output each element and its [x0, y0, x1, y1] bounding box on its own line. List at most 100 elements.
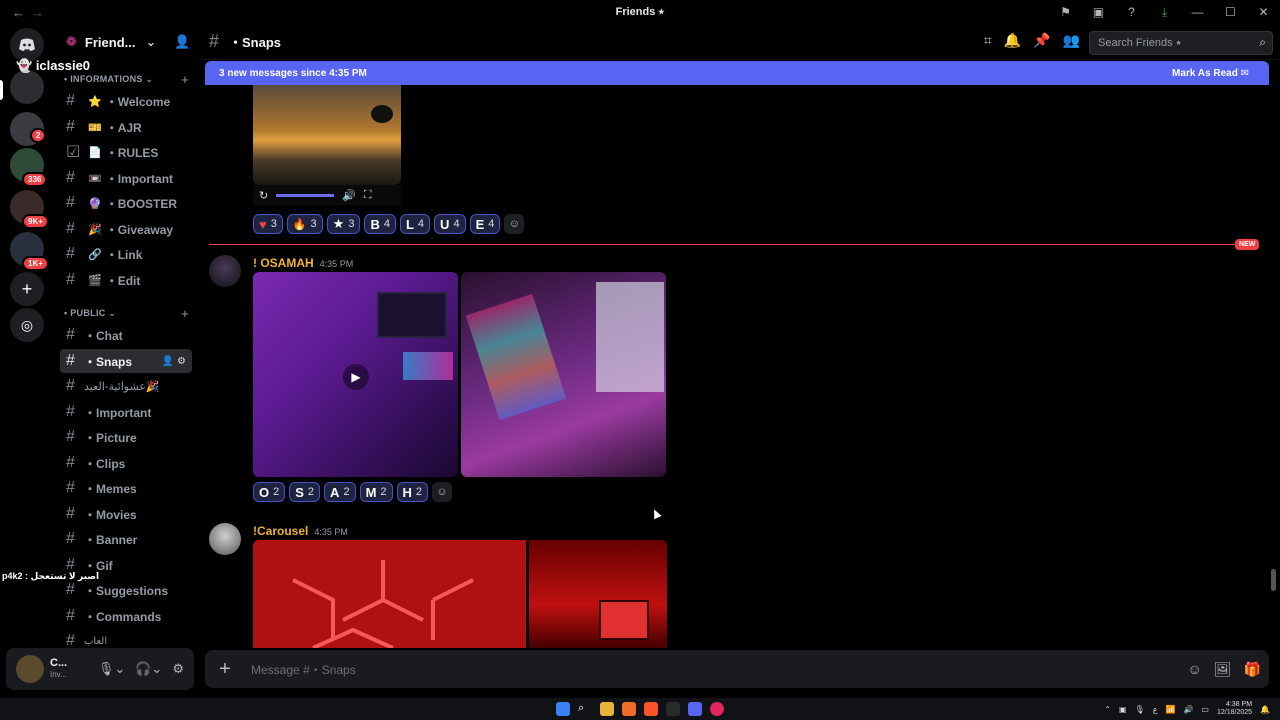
channel-commands[interactable]: # ・Commands [60, 604, 192, 628]
mark-as-read-button[interactable]: Mark As Read ✉ [1172, 68, 1249, 79]
flag-icon[interactable]: ⚑ [1049, 0, 1082, 24]
server-icon-friends[interactable] [10, 70, 44, 104]
video-progress[interactable] [276, 193, 335, 197]
brave-icon[interactable] [644, 702, 658, 716]
channel-games[interactable]: # العاب [60, 629, 192, 648]
inbox-icon[interactable]: ▣ [1082, 0, 1115, 24]
reaction[interactable]: L4 [399, 214, 431, 234]
sticker-icon[interactable]: ☺ [1187, 661, 1201, 678]
reaction[interactable]: E4 [469, 214, 501, 234]
channel-picture[interactable]: # ・Picture [60, 425, 192, 449]
reaction[interactable]: M2 [359, 482, 393, 502]
app-icon-b[interactable] [666, 702, 680, 716]
search-input[interactable]: Search Friends ⭑ ⌕ [1089, 31, 1273, 55]
channel-memes[interactable]: # ・Memes [60, 476, 192, 500]
maximize-icon[interactable]: ☐ [1214, 0, 1247, 24]
battery-icon[interactable]: ▭ [1201, 705, 1209, 714]
wifi-icon[interactable]: 📶 [1165, 705, 1175, 714]
back-arrow-icon[interactable]: ← [12, 5, 25, 20]
channel-giveaway[interactable]: # 🎉 ・Giveaway [60, 217, 192, 241]
reaction[interactable]: B4 [364, 214, 396, 234]
new-messages-bar[interactable]: 3 new messages since 4:35 PM Mark As Rea… [205, 61, 1269, 85]
scrollbar[interactable] [1271, 569, 1276, 591]
help-icon[interactable]: ? [1115, 0, 1148, 24]
channel-snaps[interactable]: # ・Snaps 👤 ⚙ [60, 349, 192, 373]
channel-rules[interactable]: ☑ 📄 ・RULES [60, 140, 192, 164]
download-icon[interactable]: ⤓ [1148, 0, 1181, 24]
avatar[interactable] [209, 255, 241, 287]
reaction[interactable]: O2 [253, 482, 286, 502]
sunset-video[interactable] [253, 85, 401, 185]
category-informations[interactable]: • INFORMATIONS ⌄ + [64, 72, 189, 87]
channel-eid[interactable]: # عشوائية-العيد🎉 [60, 374, 192, 398]
red-room-photo[interactable] [529, 540, 667, 648]
message-author[interactable]: ! OSAMAH 4:35 PM [253, 256, 353, 270]
member-list-icon[interactable]: 👥 [1063, 32, 1080, 49]
reaction[interactable]: H2 [396, 482, 429, 502]
message-author[interactable]: !Carousel 4:35 PM [253, 524, 348, 538]
close-icon[interactable]: ✕ [1247, 0, 1280, 24]
channel-edit[interactable]: # 🎬 ・Edit [60, 268, 192, 292]
reaction[interactable]: A2 [324, 482, 356, 502]
image-icon[interactable]: 🖼 [1214, 661, 1232, 678]
mic-tray-icon[interactable]: 🎙 [1135, 705, 1145, 714]
language-icon[interactable]: ع [1153, 705, 1158, 714]
replay-icon[interactable]: ↻ [259, 189, 268, 202]
speaker-icon[interactable]: 🔊 [1183, 705, 1193, 714]
avatar[interactable] [16, 655, 44, 683]
app-icon-a[interactable] [622, 702, 636, 716]
setup-video[interactable]: ▶ [253, 272, 458, 477]
setup-photo[interactable] [461, 272, 666, 477]
clock[interactable]: 4:38 PM 12/18/2025 [1217, 701, 1252, 717]
add-server-icon[interactable]: + [10, 272, 44, 306]
microphone-icon[interactable]: 🎙⌄ [98, 661, 125, 677]
channel-movies[interactable]: # ・Movies [60, 502, 192, 526]
add-channel-icon[interactable]: + [181, 72, 189, 87]
tray-app-icon[interactable]: ▣ [1119, 705, 1127, 714]
chevron-up-icon[interactable]: ⌃ [1104, 705, 1111, 714]
search-icon[interactable]: ⌕ [578, 702, 592, 716]
channel-settings-icon[interactable]: 👤 ⚙ [162, 356, 186, 367]
reaction[interactable]: ♥ 3 [253, 214, 283, 234]
discord-taskbar-icon[interactable] [688, 702, 702, 716]
channel-booster[interactable]: # 🔮 ・BOOSTER [60, 191, 192, 215]
gear-icon[interactable]: ⚙ [172, 661, 184, 677]
guild-header[interactable]: ❁ Friend... ⌄ 👤 [54, 24, 199, 60]
red-light-photo[interactable] [253, 540, 526, 648]
fullscreen-icon[interactable]: ⛶ [364, 189, 372, 202]
channel-banner[interactable]: # ・Banner [60, 527, 192, 551]
app-icon-c[interactable] [710, 702, 724, 716]
play-icon[interactable]: ▶ [343, 364, 369, 390]
file-explorer-icon[interactable] [600, 702, 614, 716]
discover-icon[interactable]: ◎ [10, 308, 44, 342]
chevron-down-icon[interactable]: ⌄ [145, 34, 156, 50]
forward-arrow-icon[interactable]: → [31, 5, 44, 20]
channel-chat[interactable]: # ・Chat [60, 323, 192, 347]
pin-icon[interactable]: 📌 [1033, 32, 1050, 49]
threads-icon[interactable]: ⌗ [984, 32, 992, 49]
channel-welcome[interactable]: # ⭐ ・Welcome [60, 89, 192, 113]
add-reaction-icon[interactable]: ☺ [504, 214, 525, 234]
invite-icon[interactable]: 👤 [174, 34, 190, 50]
channel-link[interactable]: # 🔗 ・Link [60, 242, 192, 266]
add-reaction-icon[interactable]: ☺ [432, 482, 453, 502]
add-attachment-icon[interactable]: + [205, 658, 245, 681]
reaction[interactable]: S2 [289, 482, 321, 502]
reaction[interactable]: ★ 3 [326, 214, 361, 234]
volume-icon[interactable]: 🔊 [342, 189, 356, 202]
avatar[interactable] [209, 523, 241, 555]
channel-ajr[interactable]: # 🎫 ・AJR [60, 115, 192, 139]
bell-icon[interactable]: 🔔 [1004, 32, 1021, 49]
message-composer[interactable]: + Message #・Snaps ☺ 🖼 🎁 [205, 650, 1269, 688]
start-icon[interactable] [556, 702, 570, 716]
channel-clips[interactable]: # ・Clips [60, 451, 192, 475]
discord-home-icon[interactable] [10, 28, 44, 62]
minimize-icon[interactable]: — [1181, 0, 1214, 24]
channel-important-2[interactable]: # ・Important [60, 400, 192, 424]
add-channel-icon[interactable]: + [181, 306, 189, 321]
user-info[interactable]: C... Inv... [50, 657, 67, 681]
headphones-icon[interactable]: 🎧⌄ [135, 661, 162, 677]
notification-bell-icon[interactable]: 🔔 [1260, 705, 1270, 714]
gift-icon[interactable]: 🎁 [1244, 661, 1261, 678]
channel-important[interactable]: # 📼 ・Important [60, 166, 192, 190]
